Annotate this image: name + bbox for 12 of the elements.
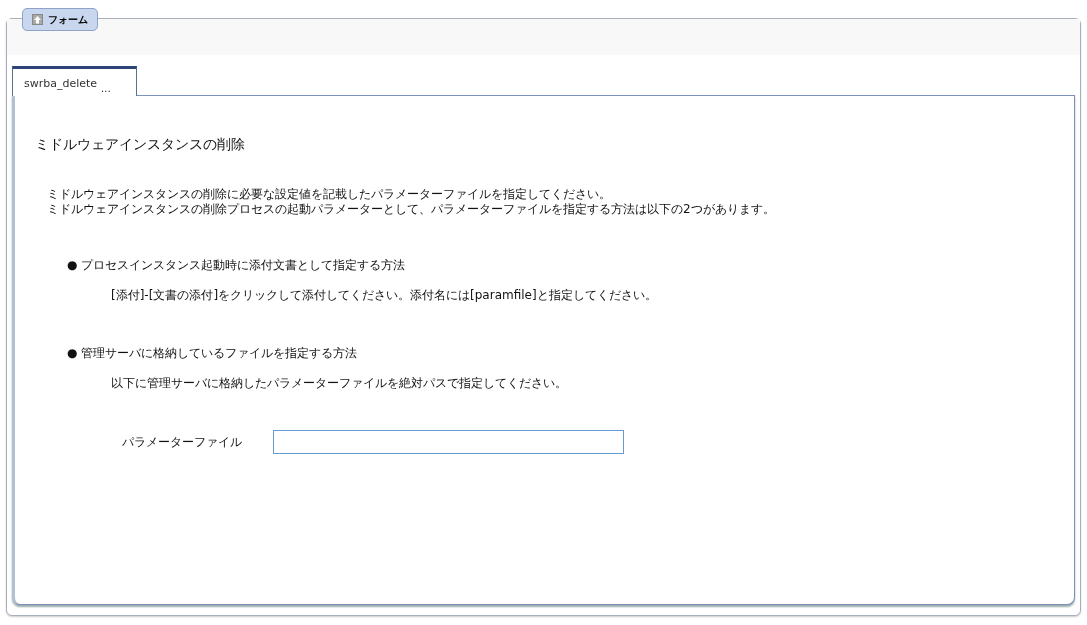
method-heading: ● 管理サーバに格納しているファイルを指定する方法 bbox=[67, 345, 359, 362]
form-title: ミドルウェアインスタンスの削除 bbox=[35, 136, 246, 154]
instruction-text: ミドルウェアインスタンスの削除プロセスの起動パラメーターとして、パラメーターファイルを指定する方法は以下の2つがあります。 bbox=[47, 202, 776, 217]
method-description: 以下に管理サーバに格納したパラメーターファイルを絶対パスで指定してください。 bbox=[111, 375, 568, 392]
collapse-form-button[interactable]: フォーム bbox=[22, 8, 98, 31]
method-heading: ● プロセスインスタンス起動時に添付文書として指定する方法 bbox=[67, 257, 407, 274]
up-arrow-icon bbox=[32, 14, 43, 25]
parameter-file-field[interactable] bbox=[273, 430, 624, 454]
method-description: [添付]-[文書の添付]をクリックして添付してください。添付名には[paramfile]と指定してください。 bbox=[111, 287, 658, 304]
instruction-text: ミドルウェアインスタンスの削除に必要な設定値を記載したパラメーターファイルを指定してください。 bbox=[47, 187, 612, 202]
form-tab[interactable]: swrba_delete ... bbox=[12, 66, 137, 96]
field-label: パラメーターファイル bbox=[122, 433, 243, 451]
